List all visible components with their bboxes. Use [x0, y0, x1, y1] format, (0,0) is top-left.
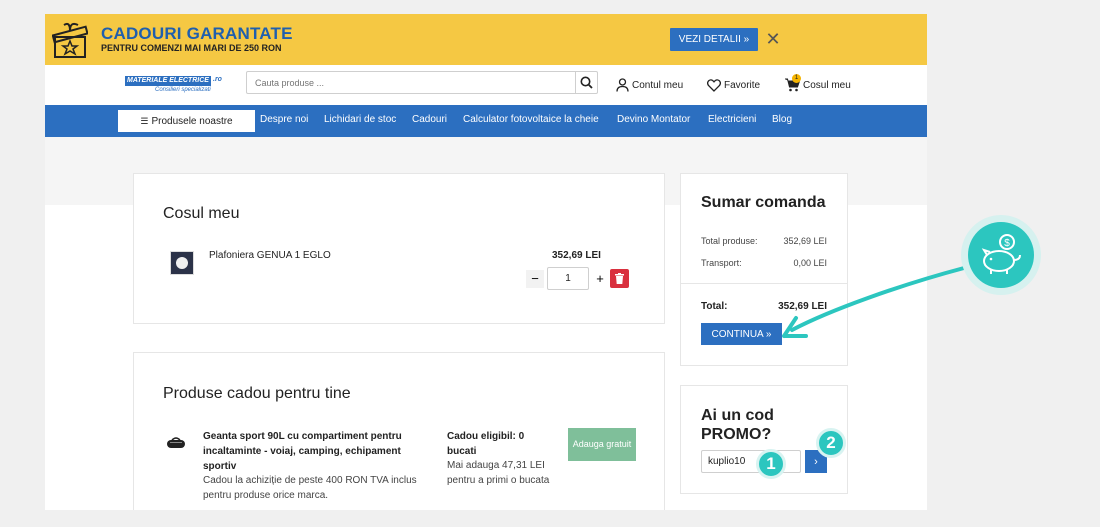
close-icon[interactable]: ✕: [765, 29, 781, 49]
product-name[interactable]: Plafoniera GENUA 1 EGLO: [209, 250, 331, 261]
summary-title: Sumar comanda: [701, 194, 826, 211]
add-free-gift-button[interactable]: Adauga gratuit: [568, 428, 636, 461]
piggy-bank-icon: $: [968, 222, 1034, 288]
account-label: Contul meu: [632, 79, 684, 91]
banner-title: CADOURI GARANTATE: [101, 24, 293, 43]
delete-item-button[interactable]: [610, 269, 629, 288]
cart-card: Cosul meu Plafoniera GENUA 1 EGLO 352,69…: [133, 173, 665, 324]
gift-box-icon: [52, 22, 88, 58]
quantity-increase-button[interactable]: +: [593, 270, 607, 288]
logo-tagline: Consilieri specializati: [155, 87, 211, 93]
summary-total-value: 352,69 LEI: [778, 301, 827, 312]
view-details-button[interactable]: VEZI DETALII »: [670, 28, 758, 51]
sport-bag-icon: [167, 437, 185, 448]
nav-item-cadouri[interactable]: Cadouri: [412, 114, 447, 125]
logo-wordmark: MATERIALE ELECTRICE: [125, 76, 211, 86]
site-header: MATERIALE ELECTRICE .ro Consilieri speci…: [45, 65, 927, 105]
continue-button[interactable]: CONTINUA »: [701, 323, 782, 345]
gifts-title: Produse cadou pentru tine: [163, 385, 351, 402]
nav-item-lichidari[interactable]: Lichidari de stoc: [324, 114, 396, 125]
account-link[interactable]: Contul meu: [616, 77, 683, 93]
nav-item-blog[interactable]: Blog: [772, 114, 792, 125]
favorites-label: Favorite: [724, 79, 761, 91]
favorites-link[interactable]: Favorite: [707, 77, 760, 93]
search-input[interactable]: [247, 72, 575, 93]
gift-product-name[interactable]: Geanta sport 90L cu compartiment pentru …: [203, 429, 413, 474]
gifts-card: Produse cadou pentru tine Geanta sport 9…: [133, 352, 665, 510]
nav-item-calculator[interactable]: Calculator fotovoltaice la cheie: [463, 114, 599, 125]
piggy-bank-badge: $: [961, 215, 1041, 295]
svg-text:$: $: [1004, 238, 1010, 249]
user-icon: [616, 78, 629, 92]
order-summary-card: Sumar comanda Total produse: 352,69 LEI …: [680, 173, 848, 366]
promo-banner: CADOURI GARANTATE PENTRU COMENZI MAI MAR…: [45, 14, 927, 65]
summary-products-label: Total produse:: [701, 236, 758, 246]
search-box: [246, 71, 598, 94]
summary-transport-value: 0,00 LEI: [793, 258, 827, 268]
nav-item-devino-montator[interactable]: Devino Montator: [617, 114, 690, 125]
search-icon: [580, 76, 593, 89]
site-logo[interactable]: MATERIALE ELECTRICE .ro Consilieri speci…: [125, 76, 225, 98]
cart-link[interactable]: 1 Cosul meu: [785, 74, 851, 93]
promo-title: Ai un cod PROMO?: [701, 407, 774, 443]
nav-item-despre-noi[interactable]: Despre noi: [260, 114, 308, 125]
summary-total-label: Total:: [701, 301, 728, 312]
step-2-marker: 2: [816, 428, 846, 458]
nav-item-electricieni[interactable]: Electricieni: [708, 114, 756, 125]
summary-divider: [681, 283, 848, 284]
heart-icon: [707, 78, 721, 92]
banner-subtitle: PENTRU COMENZI MAI MARI DE 250 RON: [101, 43, 282, 53]
products-menu-label: Produsele noastre: [151, 115, 233, 127]
cart-count-badge: 1: [792, 74, 801, 83]
step-1-marker: 1: [756, 449, 786, 479]
summary-products-value: 352,69 LEI: [783, 236, 827, 246]
products-menu-button[interactable]: ☰ Produsele noastre: [118, 110, 255, 132]
search-button[interactable]: [575, 72, 597, 93]
menu-icon: ☰: [140, 115, 149, 126]
gift-description: Cadou la achiziție de peste 400 RON TVA …: [203, 475, 417, 501]
gift-eligible-count: Cadou eligibil: 0 bucati: [447, 431, 525, 457]
piggy-bank-glyph: $: [981, 234, 1021, 274]
gift-remaining-amount: Mai adauga 47,31 LEI pentru a primi o bu…: [447, 460, 550, 486]
quantity-input[interactable]: [547, 267, 589, 290]
cart-title: Cosul meu: [163, 205, 240, 222]
product-thumbnail[interactable]: [170, 251, 194, 275]
cart-label: Cosul meu: [803, 79, 851, 91]
product-price: 352,69 LEI: [552, 250, 601, 261]
main-nav: ☰ Produsele noastre Despre noi Lichidari…: [45, 105, 927, 137]
promo-code-input[interactable]: [701, 450, 801, 473]
page: CADOURI GARANTATE PENTRU COMENZI MAI MAR…: [45, 14, 927, 510]
quantity-decrease-button[interactable]: −: [526, 270, 544, 288]
trash-icon: [615, 273, 624, 284]
logo-domain: .ro: [213, 76, 222, 83]
summary-transport-label: Transport:: [701, 258, 742, 268]
